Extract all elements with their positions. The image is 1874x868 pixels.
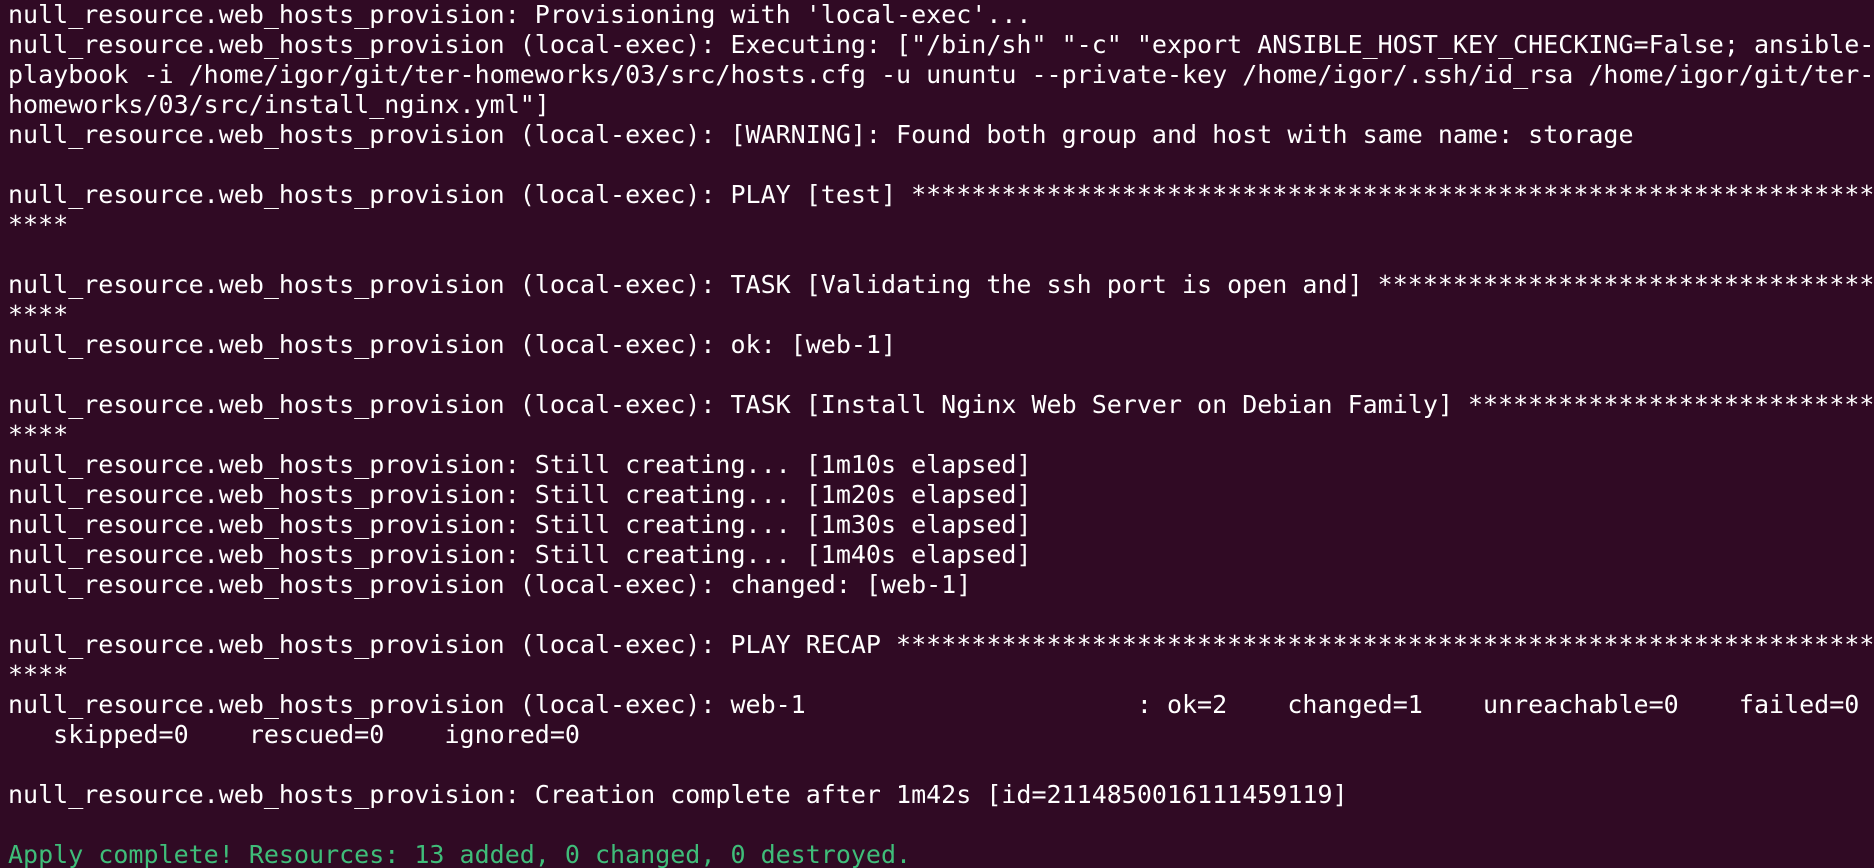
terminal-line-still-creating: null_resource.web_hosts_provision: Still… [8, 480, 1032, 509]
terminal-line-still-creating: null_resource.web_hosts_provision: Still… [8, 450, 1032, 479]
terminal-line-still-creating: null_resource.web_hosts_provision: Still… [8, 510, 1032, 539]
terminal-line-executing-cont-1: playbook -i /home/igor/git/ter-homeworks… [8, 60, 1874, 89]
terminal-line-play: null_resource.web_hosts_provision (local… [8, 180, 1874, 209]
terminal-line-changed: null_resource.web_hosts_provision (local… [8, 570, 972, 599]
terminal-line-executing-cont-2: homeworks/03/src/install_nginx.yml"] [8, 90, 550, 119]
terminal-line-warning: null_resource.web_hosts_provision (local… [8, 120, 1634, 149]
terminal-line-recap-stats-cont: skipped=0 rescued=0 ignored=0 [8, 720, 580, 749]
terminal-line-apply-complete: Apply complete! Resources: 13 added, 0 c… [8, 840, 912, 868]
terminal-line-still-creating: null_resource.web_hosts_provision: Still… [8, 540, 1032, 569]
terminal-line-task-install-nginx-wrap: **** [8, 420, 69, 449]
terminal-window[interactable]: null_resource.web_hosts_provision: Provi… [0, 0, 1874, 868]
terminal-line-task-validating: null_resource.web_hosts_provision (local… [8, 270, 1874, 299]
terminal-line-creation-complete: null_resource.web_hosts_provision: Creat… [8, 780, 1348, 809]
terminal-line-provisioning: null_resource.web_hosts_provision: Provi… [8, 0, 1032, 29]
terminal-line-play-recap-wrap: **** [8, 660, 69, 689]
terminal-line-play-wrap: **** [8, 210, 69, 239]
terminal-line-play-recap: null_resource.web_hosts_provision (local… [8, 630, 1874, 659]
terminal-line-task-validating-wrap: **** [8, 300, 69, 329]
terminal-line-ok: null_resource.web_hosts_provision (local… [8, 330, 897, 359]
terminal-line-executing: null_resource.web_hosts_provision (local… [8, 30, 1874, 59]
terminal-line-recap-stats: null_resource.web_hosts_provision (local… [8, 690, 1860, 719]
terminal-line-task-install-nginx: null_resource.web_hosts_provision (local… [8, 390, 1874, 419]
